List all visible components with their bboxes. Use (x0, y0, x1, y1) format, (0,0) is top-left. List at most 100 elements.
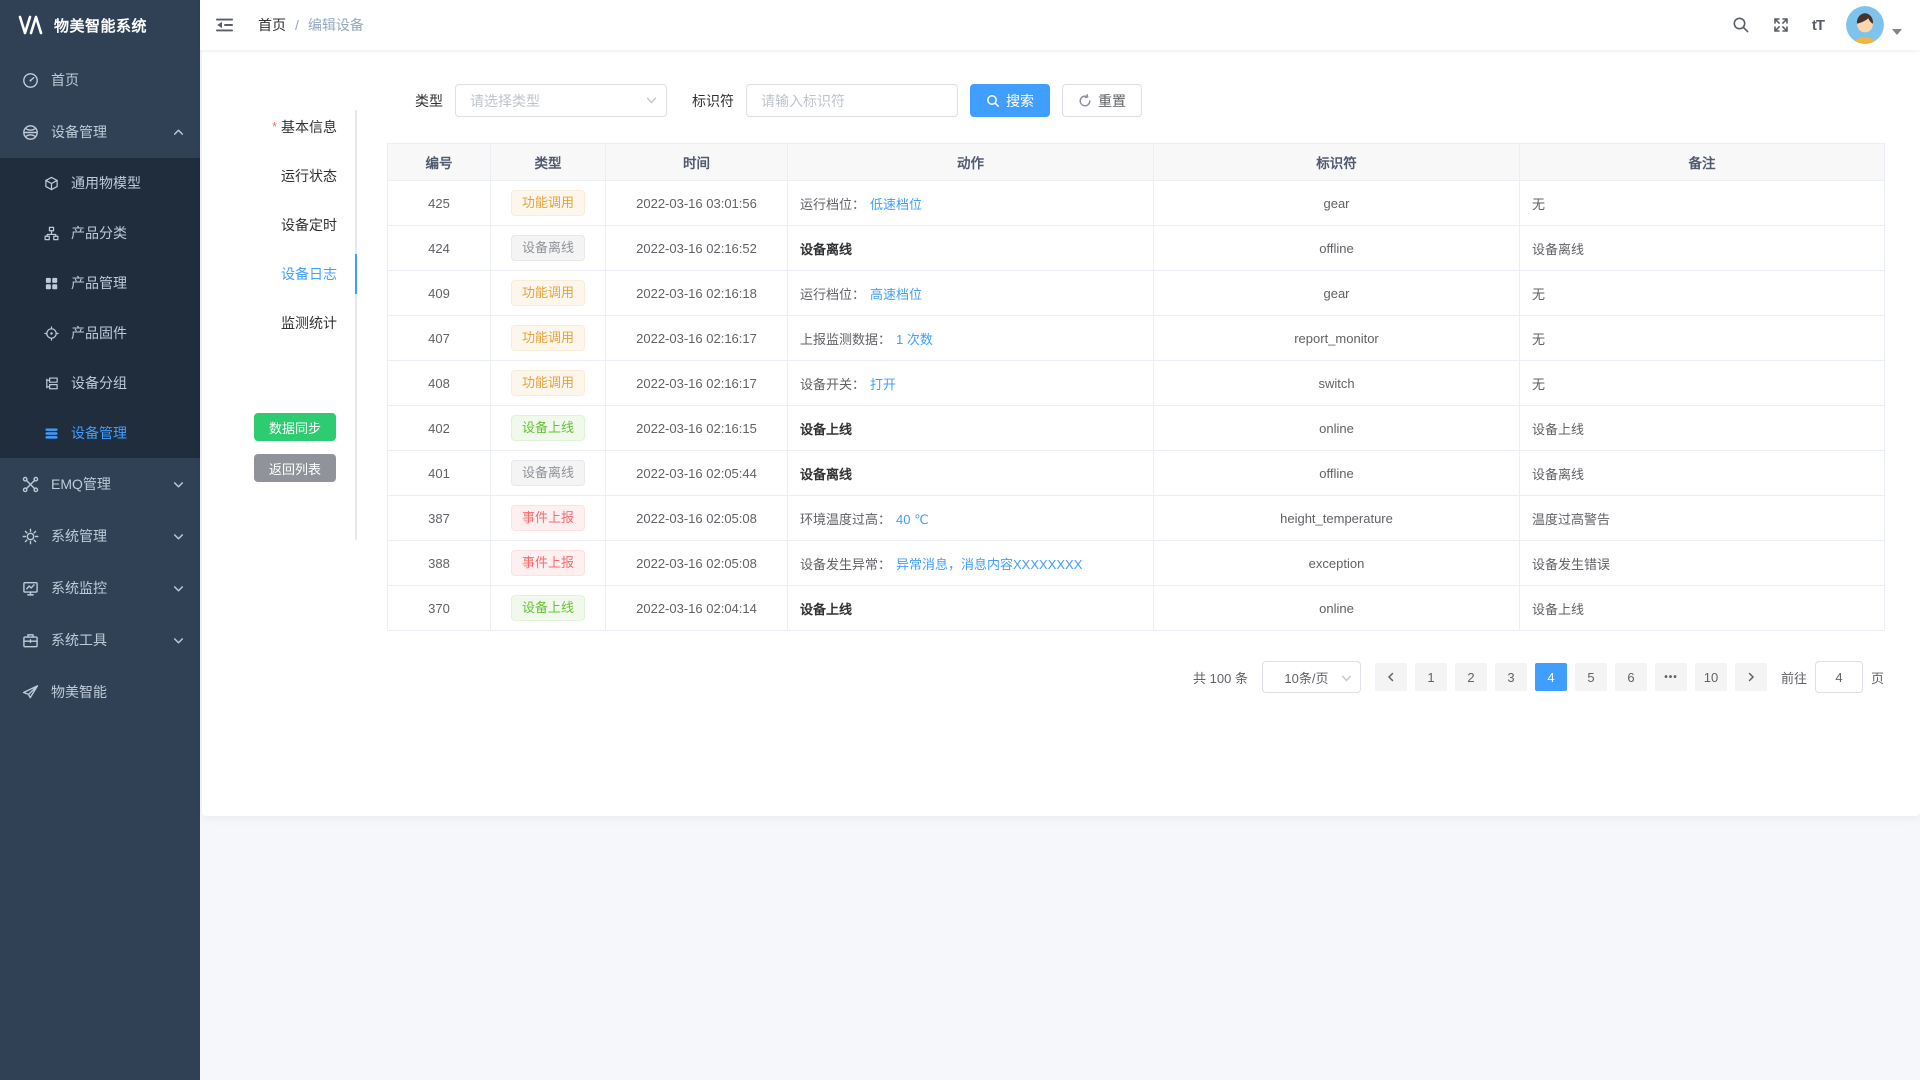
app-logo[interactable]: 物美智能系统 (0, 0, 200, 50)
sidebar-item-device-mgmt[interactable]: 设备管理 (0, 106, 200, 158)
sidebar-item-thing-model[interactable]: 通用物模型 (0, 158, 200, 208)
app-logo-icon (18, 12, 44, 38)
chevron-down-icon (173, 479, 184, 490)
cell-identifier: gear (1154, 181, 1520, 226)
back-to-list-button[interactable]: 返回列表 (254, 454, 336, 482)
sidebar-item-product-category[interactable]: 产品分类 (0, 208, 200, 258)
cell-identifier: online (1154, 586, 1520, 631)
page-button-1[interactable]: 1 (1415, 663, 1447, 691)
search-icon (986, 94, 1000, 108)
font-size-icon[interactable]: tT (1812, 17, 1824, 34)
data-sync-button[interactable]: 数据同步 (254, 413, 336, 441)
tab-device-log[interactable]: 设备日志 (202, 249, 357, 298)
next-page-button[interactable] (1735, 663, 1767, 691)
navbar-tools: tT (1732, 6, 1902, 44)
page-button-5[interactable]: 5 (1575, 663, 1607, 691)
sidebar-item-label: 通用物模型 (71, 173, 141, 193)
table-row: 401 设备离线 2022-03-16 02:05:44 设备离线 offlin… (388, 451, 1885, 496)
paper-plane-icon (22, 684, 39, 701)
sidebar-collapse-button[interactable] (200, 0, 250, 50)
search-button[interactable]: 搜索 (970, 84, 1050, 117)
page-button-4-active[interactable]: 4 (1535, 663, 1567, 691)
tab-run-status[interactable]: 运行状态 (202, 151, 357, 200)
prev-page-button[interactable] (1375, 663, 1407, 691)
device-edit-card: * 基本信息 运行状态 设备定时 设备日志 监测统计 数据同步 返回列表 (202, 50, 1920, 816)
page-button-10[interactable]: 10 (1695, 663, 1727, 691)
sidebar: 物美智能系统 首页 设备管理 通用物模型 产品分类 (0, 0, 200, 1080)
cell-remark: 无 (1520, 181, 1885, 226)
table-row: 407 功能调用 2022-03-16 02:16:17 上报监测数据：1 次数… (388, 316, 1885, 361)
col-header-remark: 备注 (1520, 144, 1885, 181)
cell-remark: 设备离线 (1520, 451, 1885, 496)
toolbox-icon (22, 632, 39, 649)
sidebar-item-system-mgmt[interactable]: 系统管理 (0, 510, 200, 562)
sidebar-item-emq[interactable]: EMQ管理 (0, 458, 200, 510)
drone-icon (22, 476, 39, 493)
page-button-2[interactable]: 2 (1455, 663, 1487, 691)
avatar (1846, 6, 1884, 44)
device-log-table: 编号 类型 时间 动作 标识符 备注 425 功能调用 (387, 143, 1885, 631)
chevron-down-icon (1341, 673, 1352, 684)
sidebar-item-device-mgmt-active[interactable]: 设备管理 (0, 408, 200, 458)
breadcrumb-separator: / (295, 17, 299, 33)
sidebar-item-home[interactable]: 首页 (0, 54, 200, 106)
type-select[interactable] (455, 84, 667, 117)
reset-button-label: 重置 (1098, 91, 1126, 111)
sidebar-item-product-mgmt[interactable]: 产品管理 (0, 258, 200, 308)
page-buttons: 1 2 3 4 5 6 ••• 10 (1375, 663, 1767, 691)
cell-remark: 设备上线 (1520, 586, 1885, 631)
refresh-icon (1078, 94, 1092, 108)
tab-label: 运行状态 (281, 166, 337, 186)
cell-identifier: offline (1154, 451, 1520, 496)
sidebar-item-wumei-smart[interactable]: 物美智能 (0, 666, 200, 718)
goto-page-input[interactable] (1815, 661, 1863, 693)
col-header-time: 时间 (606, 144, 788, 181)
page-button-6[interactable]: 6 (1615, 663, 1647, 691)
page-size-select[interactable]: 10条/页 (1262, 661, 1361, 693)
sidebar-item-device-group[interactable]: 设备分组 (0, 358, 200, 408)
identifier-label: 标识符 (692, 91, 734, 111)
action-link[interactable]: 打开 (870, 377, 896, 392)
type-tag: 功能调用 (511, 325, 585, 351)
log-filter-form: 类型 标识符 搜索 (387, 84, 1882, 117)
goto-page: 前往 页 (1781, 661, 1884, 693)
page-size-value: 10条/页 (1284, 668, 1328, 687)
action-prefix: 运行档位： (800, 197, 865, 212)
more-pages-button[interactable]: ••• (1655, 663, 1687, 691)
sidebar-item-product-firmware[interactable]: 产品固件 (0, 308, 200, 358)
chevron-down-icon (173, 635, 184, 646)
search-icon[interactable] (1732, 16, 1750, 34)
breadcrumb-home[interactable]: 首页 (258, 15, 286, 35)
page-button-3[interactable]: 3 (1495, 663, 1527, 691)
cell-id: 407 (388, 316, 491, 361)
app-title: 物美智能系统 (54, 15, 147, 36)
fullscreen-icon[interactable] (1772, 16, 1790, 34)
cell-identifier: switch (1154, 361, 1520, 406)
sidebar-item-system-monitor[interactable]: 系统监控 (0, 562, 200, 614)
tab-device-timer[interactable]: 设备定时 (202, 200, 357, 249)
identifier-input[interactable] (746, 84, 958, 117)
identifier-input-box (746, 84, 958, 117)
type-tag: 功能调用 (511, 190, 585, 216)
type-select-input[interactable] (455, 84, 667, 117)
tab-basic-info[interactable]: * 基本信息 (202, 102, 357, 151)
workspace: * 基本信息 运行状态 设备定时 设备日志 监测统计 数据同步 返回列表 (200, 50, 1920, 1080)
tab-monitor-stats[interactable]: 监测统计 (202, 298, 357, 347)
sidebar-item-label: 设备管理 (51, 122, 173, 142)
cell-id: 387 (388, 496, 491, 541)
cell-remark: 无 (1520, 271, 1885, 316)
action-link[interactable]: 40 ℃ (896, 512, 929, 527)
reset-button[interactable]: 重置 (1062, 84, 1142, 117)
chevron-left-icon (1386, 672, 1396, 682)
sidebar-item-system-tools[interactable]: 系统工具 (0, 614, 200, 666)
cell-id: 402 (388, 406, 491, 451)
action-link[interactable]: 异常消息，消息内容XXXXXXXX (896, 557, 1082, 572)
user-menu[interactable] (1846, 6, 1902, 44)
action-link[interactable]: 高速档位 (870, 287, 922, 302)
action-link[interactable]: 1 次数 (896, 332, 933, 347)
firmware-icon (44, 326, 59, 341)
cell-identifier: report_monitor (1154, 316, 1520, 361)
action-link[interactable]: 低速档位 (870, 197, 922, 212)
gear-icon (22, 528, 39, 545)
cell-time: 2022-03-16 03:01:56 (606, 181, 788, 226)
